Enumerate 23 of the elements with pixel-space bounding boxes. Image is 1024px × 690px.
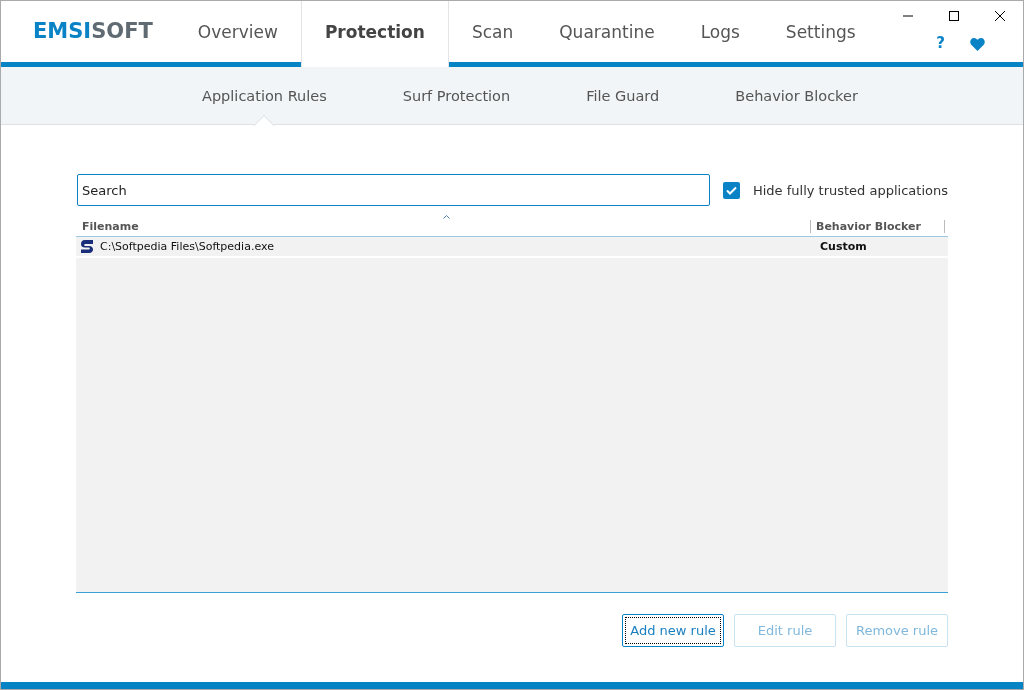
emsisoft-logo: EMSISOFT [33, 18, 153, 45]
checkbox-label: Hide fully trusted applications [752, 182, 948, 198]
sub-tab[interactable]: Surf Protection [379, 67, 534, 124]
filename-cell: C:\Softpedia Files\Softpedia.exe [100, 240, 274, 253]
nav-tab[interactable]: Logs [677, 1, 763, 67]
rule-button[interactable]: Add new rule [622, 614, 724, 647]
column-header[interactable]: Behavior Blocker [810, 220, 945, 233]
column-header[interactable]: Filename [76, 220, 810, 233]
nav-tab[interactable]: Scan [448, 1, 537, 67]
search-field[interactable]: Search [77, 174, 710, 206]
nav-tab[interactable]: Protection [300, 1, 449, 67]
behavior-cell-text: Custom [819, 240, 868, 253]
checkmark-icon [725, 185, 737, 195]
checkbox[interactable] [722, 181, 740, 199]
nav-tab[interactable]: Quarantine [536, 1, 678, 67]
sub-tab[interactable]: Application Rules [179, 67, 350, 124]
sub-tab[interactable]: File Guard [563, 67, 683, 124]
help-button[interactable]: ? [936, 34, 945, 52]
heart-icon[interactable] [970, 38, 985, 51]
app-icon [80, 239, 94, 254]
nav-tab[interactable]: Overview [174, 1, 301, 67]
nav-tab[interactable]: Settings [762, 1, 879, 67]
sub-tab[interactable]: Behavior Blocker [712, 67, 881, 124]
